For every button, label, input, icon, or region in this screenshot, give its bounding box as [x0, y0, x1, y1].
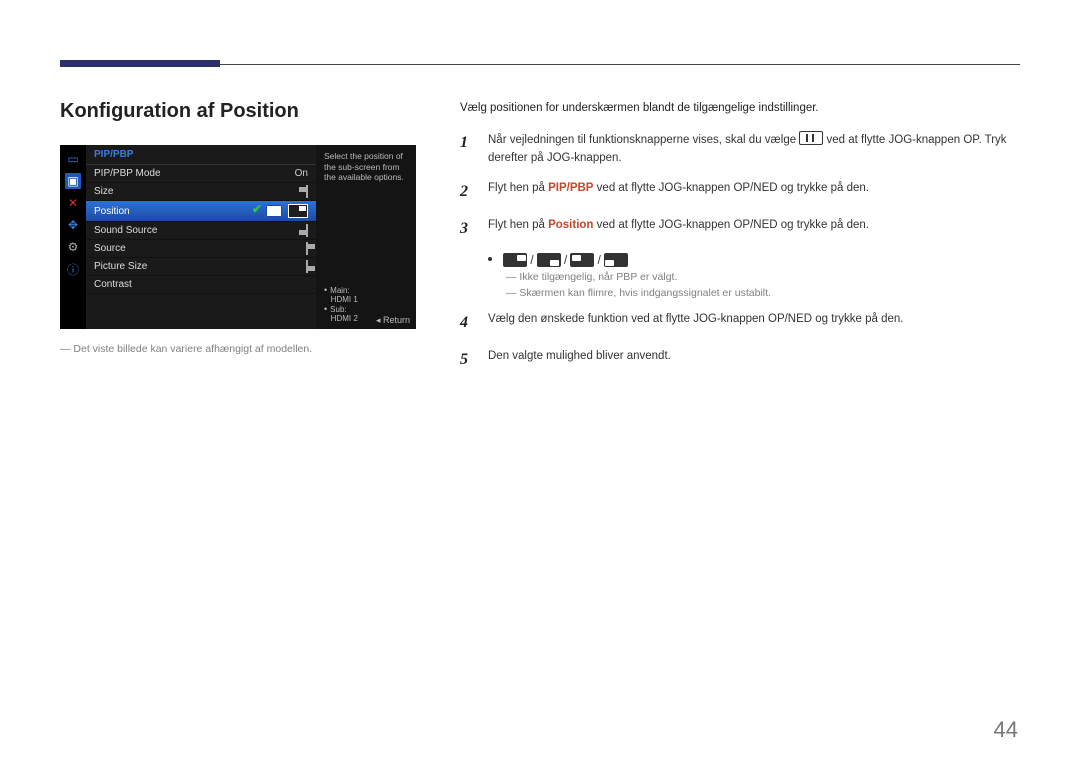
step-5: 5 Den valgte mulighed bliver anvendt. — [460, 348, 1020, 373]
osd-help-text: Select the position of the sub-screen fr… — [324, 151, 408, 183]
osd-row-mode: PIP/PBP Mode On — [86, 165, 316, 183]
pip-pos-icon-br — [306, 224, 308, 237]
pip-size-icon — [306, 185, 308, 198]
position-option-br-icon — [537, 253, 561, 267]
osd-row-sound: Sound Source — [86, 222, 316, 240]
position-option-bl-icon — [604, 253, 628, 267]
footnote-left: Det viste billede kan variere afhængigt … — [60, 343, 420, 355]
header-rule — [60, 64, 1020, 65]
menu-button-icon — [799, 131, 823, 145]
pip-pos-icon-tl — [306, 242, 308, 255]
page-number: 44 — [994, 717, 1018, 743]
step-3: 3 Flyt hen på Position ved at flytte JOG… — [460, 217, 1020, 242]
osd-row-source: Source — [86, 240, 316, 258]
step-2: 2 Flyt hen på PIP/PBP ved at flytte JOG-… — [460, 180, 1020, 205]
checkmark-icon — [266, 205, 282, 217]
keyword-position: Position — [548, 219, 593, 231]
osd-row-position-selected: Position — [86, 201, 316, 222]
osd-sidebar: ▭ ▣ ✕ ✥ ⚙ ⓘ — [60, 145, 86, 329]
pip-pos-icon-bl — [306, 260, 308, 273]
step-number: 5 — [460, 348, 474, 373]
keyword-pip-pbp: PIP/PBP — [548, 182, 593, 194]
step-number: 3 — [460, 217, 474, 242]
cross-icon: ✕ — [65, 195, 81, 211]
position-option-tl-icon — [570, 253, 594, 267]
osd-return-label: Return — [376, 315, 410, 326]
note-pbp: Ikke tilgængelig, når PBP er valgt. — [506, 271, 1020, 283]
note-flicker: Skærmen kan flimre, hvis indgangssignale… — [506, 287, 1020, 299]
pip-icon: ▣ — [65, 173, 81, 189]
move-icon: ✥ — [65, 217, 81, 233]
step-number: 4 — [460, 311, 474, 336]
info-icon: ⓘ — [65, 261, 81, 277]
header-accent — [60, 60, 220, 67]
position-option-tr-icon — [503, 253, 527, 267]
step-4: 4 Vælg den ønskede funktion ved at flytt… — [460, 311, 1020, 336]
step-number: 2 — [460, 180, 474, 205]
position-options: / / / — [488, 253, 1020, 267]
gear-icon: ⚙ — [65, 239, 81, 255]
osd-row-size: Size — [86, 183, 316, 201]
osd-help-panel: Select the position of the sub-screen fr… — [316, 145, 416, 329]
osd-header: PIP/PBP — [86, 145, 316, 165]
osd-row-contrast: Contrast — [86, 276, 316, 294]
intro-text: Vælg positionen for underskærmen blandt … — [460, 100, 1020, 117]
step-number: 1 — [460, 131, 474, 168]
step-1: 1 Når vejledningen til funktionsknappern… — [460, 131, 1020, 168]
section-title: Konfiguration af Position — [60, 100, 420, 123]
monitor-icon: ▭ — [65, 151, 81, 167]
osd-row-picture-size: Picture Size — [86, 258, 316, 276]
pip-pos-icon-tr — [288, 204, 308, 218]
osd-screenshot: ▭ ▣ ✕ ✥ ⚙ ⓘ PIP/PBP PIP/PBP Mode On — [60, 145, 416, 329]
